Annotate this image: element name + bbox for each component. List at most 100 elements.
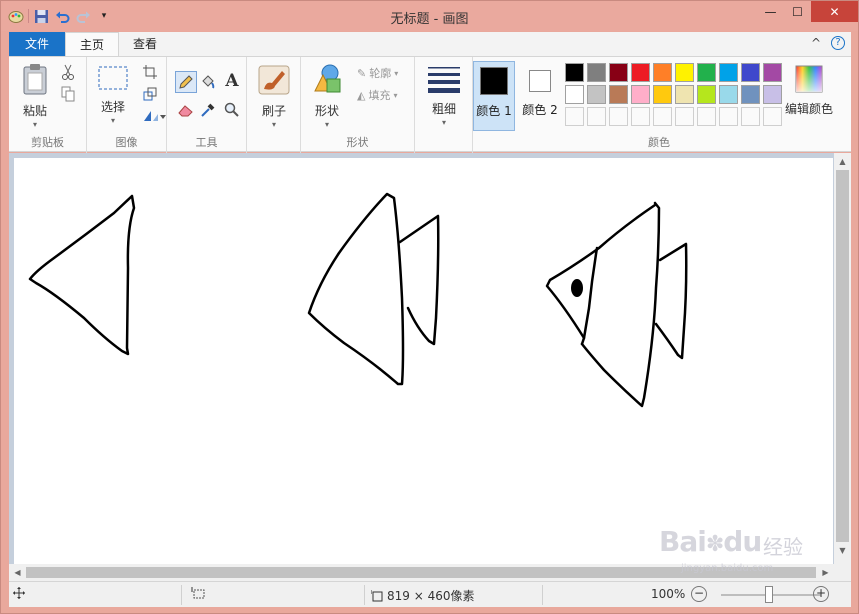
eraser-icon[interactable]	[177, 101, 195, 119]
cursor-position-icon	[13, 587, 25, 599]
palette-swatch[interactable]	[697, 63, 716, 82]
palette-swatch[interactable]	[741, 63, 760, 82]
color2-label: 颜色 2	[522, 103, 558, 117]
text-tool-icon[interactable]: A	[223, 71, 241, 91]
palette-swatch[interactable]	[609, 85, 628, 104]
palette-swatch[interactable]	[631, 63, 650, 82]
palette-swatch[interactable]	[565, 85, 584, 104]
collapse-ribbon-icon[interactable]: ^	[811, 36, 821, 50]
zoom-slider-thumb[interactable]	[765, 586, 773, 603]
horizontal-scroll-thumb[interactable]	[26, 567, 816, 578]
shapes-icon	[307, 63, 347, 98]
line-width-icon	[423, 65, 465, 96]
custom-color-slot[interactable]	[741, 107, 760, 126]
palette-swatch[interactable]	[565, 63, 584, 82]
scroll-down-icon[interactable]: ▼	[834, 542, 851, 559]
scroll-right-icon[interactable]: ▶	[817, 564, 834, 581]
edit-colors-button[interactable]: 编辑颜色	[783, 65, 835, 117]
crop-icon[interactable]	[141, 63, 159, 81]
custom-color-slot[interactable]	[675, 107, 694, 126]
tab-view[interactable]: 查看	[123, 32, 167, 56]
palette-swatch[interactable]	[631, 85, 650, 104]
palette-swatch[interactable]	[675, 63, 694, 82]
palette-swatch[interactable]	[719, 63, 738, 82]
paste-dropdown-icon[interactable]: ▾	[15, 120, 55, 129]
vertical-scrollbar[interactable]: ▲ ▼	[834, 153, 851, 564]
fish-eye	[571, 279, 583, 297]
brush-icon	[255, 65, 293, 98]
paste-button[interactable]: 粘贴 ▾	[15, 63, 55, 129]
zoom-level: 100%	[651, 587, 686, 601]
minimize-button[interactable]: —	[757, 1, 784, 22]
custom-color-slot[interactable]	[653, 107, 672, 126]
pencil-icon[interactable]	[175, 71, 197, 93]
palette-swatch[interactable]	[763, 85, 782, 104]
horizontal-scrollbar[interactable]: ◀ ▶	[9, 564, 834, 581]
tab-file[interactable]: 文件	[9, 32, 65, 56]
window-title: 无标题 - 画图	[390, 12, 469, 27]
custom-color-slot[interactable]	[609, 107, 628, 126]
color1-swatch	[480, 67, 508, 95]
fill-button[interactable]: ◭ 填充 ▾	[357, 87, 397, 103]
paste-label: 粘贴	[22, 104, 47, 118]
palette-swatch[interactable]	[675, 85, 694, 104]
close-button[interactable]: ✕	[811, 1, 858, 22]
brush-button[interactable]: 刷子 ▾	[255, 65, 293, 129]
custom-color-slot[interactable]	[631, 107, 650, 126]
vertical-scroll-thumb[interactable]	[836, 170, 849, 542]
palette-swatch[interactable]	[719, 85, 738, 104]
custom-color-slot[interactable]	[565, 107, 584, 126]
select-button[interactable]: 选择 ▾	[93, 65, 133, 125]
custom-color-slot[interactable]	[763, 107, 782, 126]
palette-swatch[interactable]	[609, 63, 628, 82]
tab-home[interactable]: 主页	[65, 32, 119, 57]
palette-swatch[interactable]	[697, 85, 716, 104]
stroke-body-3	[545, 203, 657, 346]
outline-button[interactable]: ✎ 轮廓 ▾	[357, 65, 398, 81]
scroll-left-icon[interactable]: ◀	[9, 564, 26, 581]
palette-swatch[interactable]	[587, 63, 606, 82]
palette-swatch[interactable]	[741, 85, 760, 104]
copy-icon[interactable]	[59, 85, 77, 103]
tools-group-label: 工具	[195, 136, 218, 149]
shapes-button[interactable]: 形状 ▾	[307, 63, 347, 129]
shapes-group: 形状 ▾ ✎ 轮廓 ▾ ◭ 填充 ▾ 形状	[301, 57, 415, 153]
tools-group: A 工具	[167, 57, 247, 153]
zoom-in-button[interactable]: +	[813, 586, 829, 602]
magnifier-icon[interactable]	[223, 101, 241, 119]
brush-label: 刷子	[261, 104, 286, 118]
canvas-size-value: 819 × 460像素	[387, 589, 475, 603]
scroll-up-icon[interactable]: ▲	[834, 153, 851, 170]
size-dropdown-icon[interactable]: ▾	[423, 118, 465, 127]
color1-button[interactable]: 颜色 1	[473, 61, 515, 131]
palette-swatch[interactable]	[587, 85, 606, 104]
clipboard-group-label: 剪贴板	[31, 136, 64, 149]
outline-icon: ✎	[357, 66, 367, 80]
stroke-fin-3	[654, 242, 688, 360]
zoom-out-button[interactable]: −	[691, 586, 707, 602]
size-button[interactable]: 粗细 ▾	[423, 65, 465, 127]
custom-color-slot[interactable]	[697, 107, 716, 126]
canvas-size-icon	[371, 589, 383, 601]
select-icon	[93, 65, 133, 94]
palette-swatch[interactable]	[763, 63, 782, 82]
palette-swatch[interactable]	[653, 63, 672, 82]
brush-dropdown-icon[interactable]: ▾	[255, 120, 293, 129]
resize-icon[interactable]	[141, 85, 159, 103]
fill-bucket-icon[interactable]	[199, 73, 217, 91]
rotate-icon[interactable]	[141, 107, 167, 125]
color2-button[interactable]: 颜色 2	[519, 61, 561, 131]
shapes-dropdown-icon[interactable]: ▾	[307, 120, 347, 129]
color-picker-icon[interactable]	[199, 101, 217, 119]
stroke-fin-2	[398, 214, 440, 346]
maximize-button[interactable]: ☐	[784, 1, 811, 22]
select-dropdown-icon[interactable]: ▾	[93, 116, 133, 125]
drawing-strokes	[28, 192, 688, 408]
drawing-canvas[interactable]	[14, 158, 833, 566]
cut-icon[interactable]	[59, 63, 77, 81]
custom-color-slot[interactable]	[587, 107, 606, 126]
custom-color-slot[interactable]	[719, 107, 738, 126]
outline-dropdown-icon: ▾	[394, 68, 399, 78]
help-icon[interactable]: ?	[831, 36, 845, 50]
palette-swatch[interactable]	[653, 85, 672, 104]
